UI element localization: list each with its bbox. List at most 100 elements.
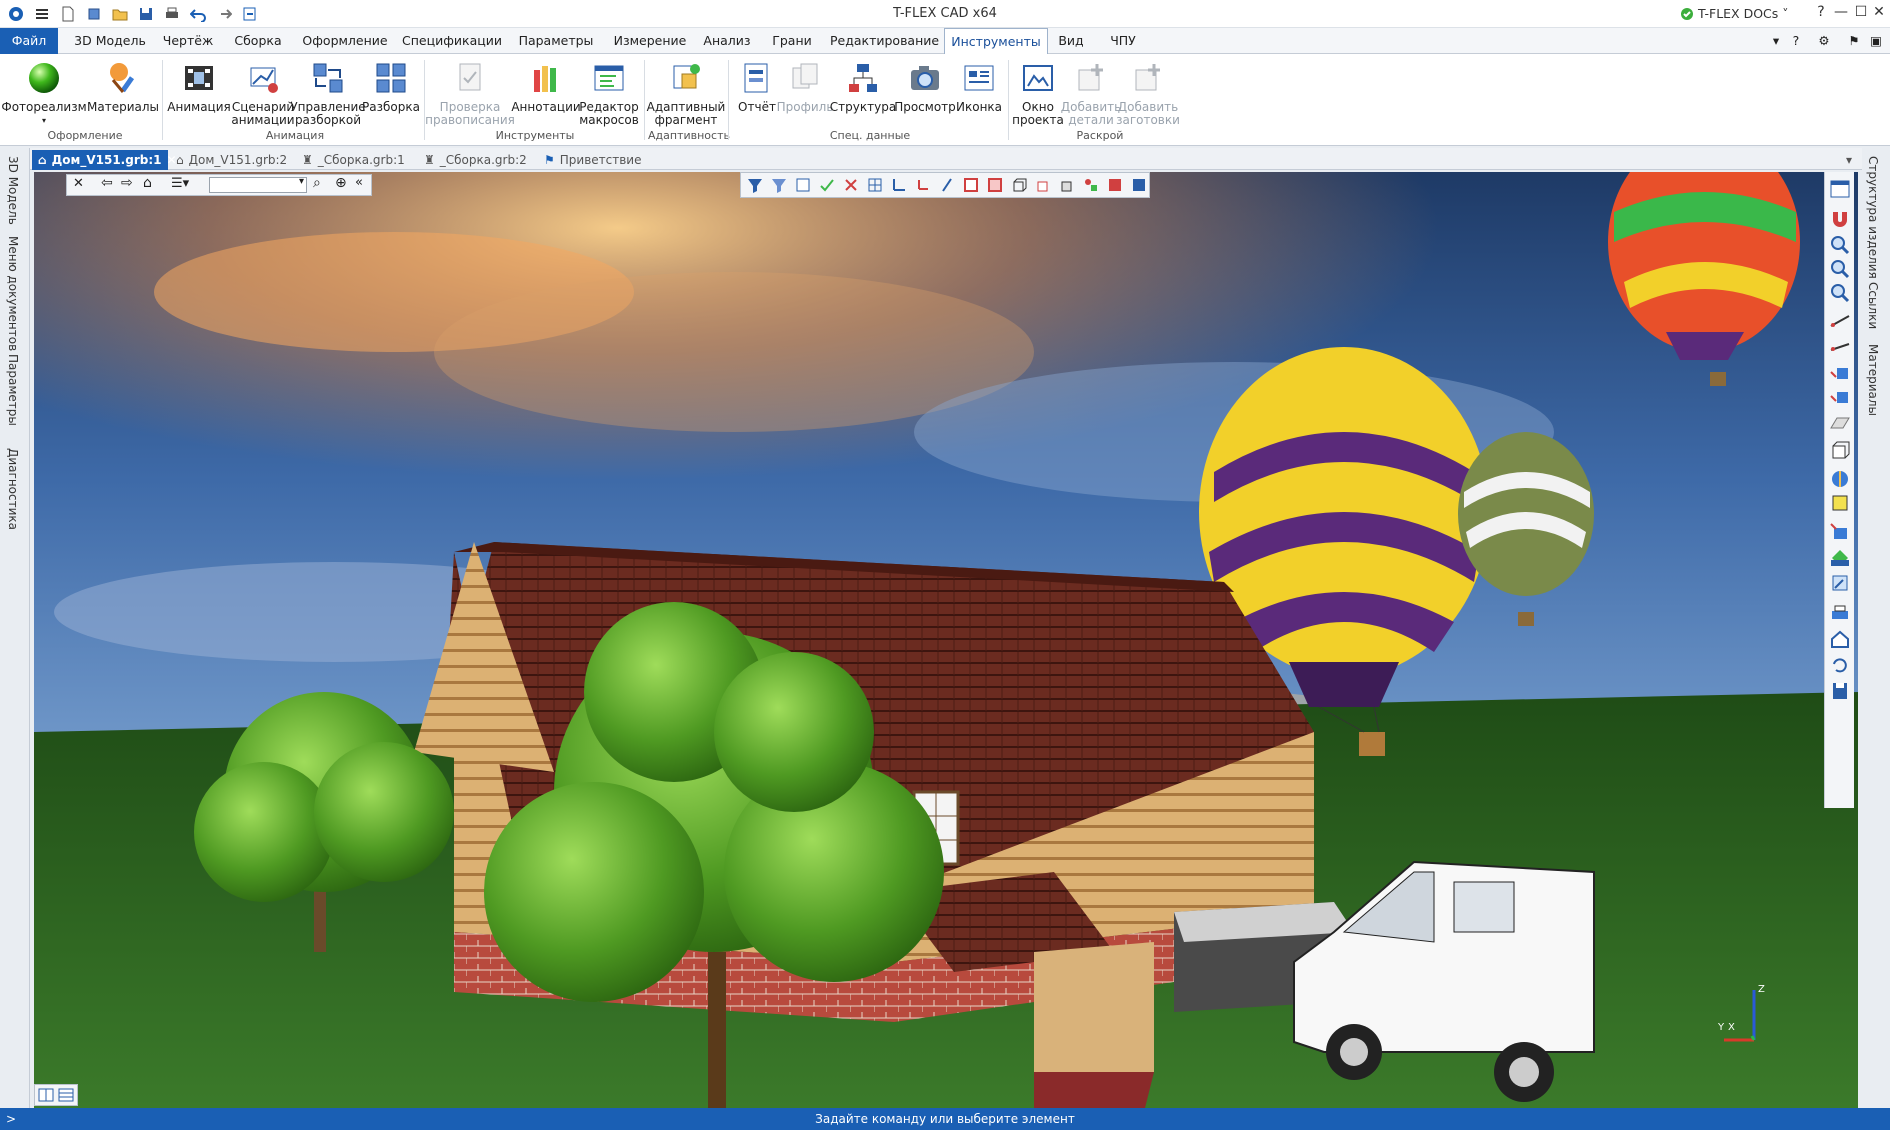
doc-tab-welcome[interactable]: ⚑ Приветствие — [538, 150, 648, 170]
rail-tab-materials[interactable]: Материалы — [1866, 344, 1880, 416]
rail-tab-documents-menu[interactable]: Меню документов — [6, 236, 20, 351]
menu-parameters[interactable]: Параметры — [512, 28, 600, 54]
help-icon[interactable]: ? — [1810, 4, 1832, 24]
rail-tab-diagnostics[interactable]: Диагностика — [6, 448, 20, 530]
select-all-icon[interactable] — [817, 175, 837, 195]
menu-specifications[interactable]: Спецификации — [400, 28, 504, 54]
materials-button[interactable]: Материалы — [87, 58, 159, 114]
menu-faces[interactable]: Грани — [762, 28, 822, 54]
add-blanks-button[interactable]: Добавить заготовки — [1116, 58, 1180, 127]
menu-3d-model[interactable]: 3D Модель — [70, 28, 150, 54]
filter-settings-icon[interactable] — [769, 175, 789, 195]
cube-view-icon[interactable] — [1829, 440, 1851, 462]
add-details-button[interactable]: Добавить детали — [1061, 58, 1121, 127]
flag-icon[interactable]: ⚑ — [1844, 28, 1864, 54]
search-icon[interactable]: ⌕ — [313, 175, 321, 191]
icon-editor-button[interactable]: Иконка — [956, 58, 1002, 114]
box-red-fill-icon[interactable] — [985, 175, 1005, 195]
spellcheck-button[interactable]: Проверка правописания — [425, 58, 515, 127]
deselect-icon[interactable] — [841, 175, 861, 195]
sphere-view-icon[interactable] — [1829, 468, 1851, 490]
settings-gear-icon[interactable]: ⚙ — [1814, 28, 1834, 54]
rail-tab-product-structure[interactable]: Структура изделия — [1866, 156, 1880, 279]
close-button[interactable]: ✕ — [1868, 4, 1890, 24]
close-icon[interactable]: ✕ — [73, 176, 84, 191]
menu-cnc[interactable]: ЧПУ — [1106, 28, 1140, 54]
box-red-icon[interactable] — [961, 175, 981, 195]
ribbon-collapse-icon[interactable]: ▾ — [1766, 28, 1786, 54]
doc-tab-assembly-1[interactable]: ♜ _Сборка.grb:1 — [296, 150, 416, 170]
colored-shapes-icon[interactable] — [1081, 175, 1101, 195]
doc-tab-house-2[interactable]: ⌂ Дом_V151.grb:2 — [170, 150, 294, 170]
cube-shaded-icon[interactable] — [1057, 175, 1077, 195]
animation-button[interactable]: Анимация — [167, 58, 231, 114]
target-icon[interactable]: ⊕ — [335, 175, 347, 191]
menu-drawing[interactable]: Чертёж — [158, 28, 218, 54]
back-arrow-icon[interactable]: ⇦ — [101, 175, 113, 191]
save-view-icon[interactable] — [1829, 680, 1851, 702]
section-icon[interactable] — [937, 175, 957, 195]
menu-measure[interactable]: Измерение — [608, 28, 692, 54]
select-face-icon[interactable] — [1829, 386, 1851, 408]
yellow-box-icon[interactable] — [1829, 492, 1851, 514]
collapse-panel-icon[interactable]: « — [355, 175, 363, 190]
zoom-icon[interactable] — [1829, 234, 1851, 256]
list-view-icon[interactable] — [58, 1088, 74, 1102]
tflex-docs-link[interactable]: T-FLEX DOCs ˅ — [1680, 6, 1789, 21]
zoom-out-icon[interactable] — [1829, 282, 1851, 304]
project-window-button[interactable]: Окно проекта — [1012, 58, 1064, 127]
minimize-button[interactable]: — — [1830, 4, 1852, 24]
menu-editing[interactable]: Редактирование — [830, 28, 939, 54]
view-window-icon[interactable] — [1829, 178, 1851, 200]
disassembly-control-button[interactable]: Управление разборкой — [290, 58, 366, 127]
print-view-icon[interactable] — [1829, 602, 1851, 624]
blue-box-icon[interactable] — [1829, 520, 1851, 542]
tree-view-icon[interactable] — [38, 1088, 54, 1102]
rotate-view-icon[interactable] — [1829, 654, 1851, 676]
rail-tab-3d-model[interactable]: 3D Модель — [6, 156, 20, 225]
filter-icon[interactable] — [745, 175, 765, 195]
menu-file[interactable]: Файл — [0, 28, 58, 54]
magnet-snap-icon[interactable] — [1829, 208, 1851, 230]
search-dropdown-icon[interactable]: ▾ — [299, 176, 304, 187]
render-mode-icon[interactable] — [1105, 175, 1125, 195]
filter-list-icon[interactable] — [793, 175, 813, 195]
doc-tab-assembly-2[interactable]: ♜ _Сборка.grb:2 — [418, 150, 538, 170]
plane-icon[interactable] — [1829, 412, 1851, 434]
photorealism-button[interactable]: Фотореализм ▾ — [1, 58, 87, 127]
cube-hidden-icon[interactable] — [1033, 175, 1053, 195]
menu-design[interactable]: Оформление — [298, 28, 392, 54]
axes-icon[interactable] — [889, 175, 909, 195]
rail-tab-links[interactable]: Ссылки — [1866, 282, 1880, 329]
macro-editor-button[interactable]: Редактор макросов — [579, 58, 639, 127]
measure-angle-icon[interactable] — [1829, 334, 1851, 356]
coordinate-system-icon[interactable] — [913, 175, 933, 195]
rail-tab-parameters[interactable]: Параметры — [6, 354, 20, 426]
render-settings-icon[interactable] — [1129, 175, 1149, 195]
measure-distance-icon[interactable] — [1829, 310, 1851, 332]
select-body-icon[interactable] — [1829, 362, 1851, 384]
profile-button[interactable]: Профиль — [777, 58, 833, 114]
help-circle-icon[interactable]: ? — [1786, 28, 1806, 54]
report-button[interactable]: Отчёт — [734, 58, 780, 114]
tree-search-input[interactable] — [209, 177, 307, 193]
window-layout-icon[interactable]: ▣ — [1866, 28, 1886, 54]
preview-button[interactable]: Просмотр — [894, 58, 956, 114]
menu-analysis[interactable]: Анализ — [700, 28, 754, 54]
adaptive-fragment-button[interactable]: Адаптивный фрагмент — [647, 58, 725, 127]
animation-scenario-button[interactable]: Сценарий анимации — [231, 58, 295, 127]
grid-icon[interactable] — [865, 175, 885, 195]
home-icon[interactable]: ⌂ — [143, 175, 152, 191]
green-box-icon[interactable] — [1829, 546, 1851, 568]
zoom-in-icon[interactable] — [1829, 258, 1851, 280]
structure-button[interactable]: Структура — [830, 58, 896, 114]
disassembly-button[interactable]: Разборка — [362, 58, 420, 114]
list-view-icon[interactable]: ☰▾ — [171, 176, 189, 191]
annotations-button[interactable]: Аннотации — [511, 58, 581, 114]
forward-arrow-icon[interactable]: ⇨ — [121, 175, 133, 191]
home-view-icon[interactable] — [1829, 628, 1851, 650]
cube-wire-icon[interactable] — [1009, 175, 1029, 195]
tabs-dropdown-icon[interactable]: ▾ — [1840, 150, 1860, 170]
menu-tools[interactable]: Инструменты — [944, 28, 1048, 54]
menu-view[interactable]: Вид — [1056, 28, 1086, 54]
